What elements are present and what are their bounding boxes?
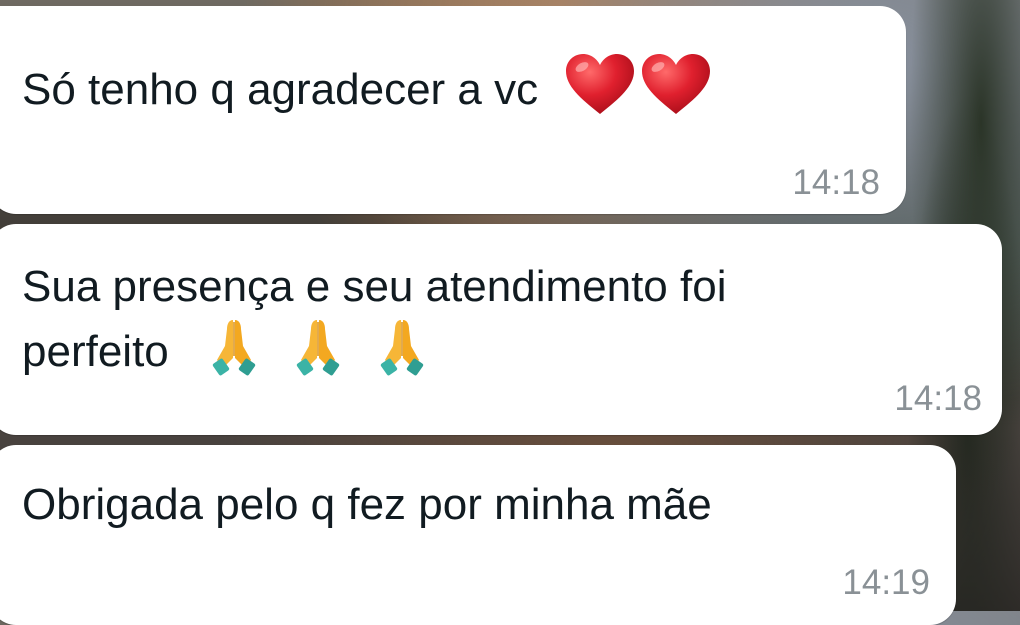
message-timestamp: 14:19: [842, 563, 930, 602]
heart-icon: [564, 52, 636, 133]
message-text: Só tenho q agradecer a vc: [22, 65, 539, 115]
message-bubble[interactable]: Sua presença e seu atendimento foi perfe…: [0, 224, 1002, 435]
chat-area[interactable]: Só tenho q agradecer a vc 14:18 Sua pres…: [0, 0, 1020, 625]
message-text-row: Sua presença e seu atendimento foi perfe…: [22, 258, 982, 393]
message-bubble[interactable]: Só tenho q agradecer a vc 14:18: [0, 6, 906, 214]
message-text: Obrigada pelo q fez por minha mãe: [22, 480, 712, 529]
folded-hands-icon: [203, 316, 265, 393]
message-bubble[interactable]: Obrigada pelo q fez por minha mãe 14:19: [0, 445, 956, 625]
message-text-line: perfeito: [22, 327, 169, 377]
folded-hands-icon: [371, 316, 433, 393]
folded-hands-icon: [287, 316, 349, 393]
message-text-row: Só tenho q agradecer a vc: [22, 52, 712, 133]
heart-icon: [640, 52, 712, 133]
message-timestamp: 14:18: [792, 163, 880, 202]
message-text-line: Sua presença e seu atendimento foi: [22, 262, 727, 311]
message-timestamp: 14:18: [894, 379, 982, 418]
